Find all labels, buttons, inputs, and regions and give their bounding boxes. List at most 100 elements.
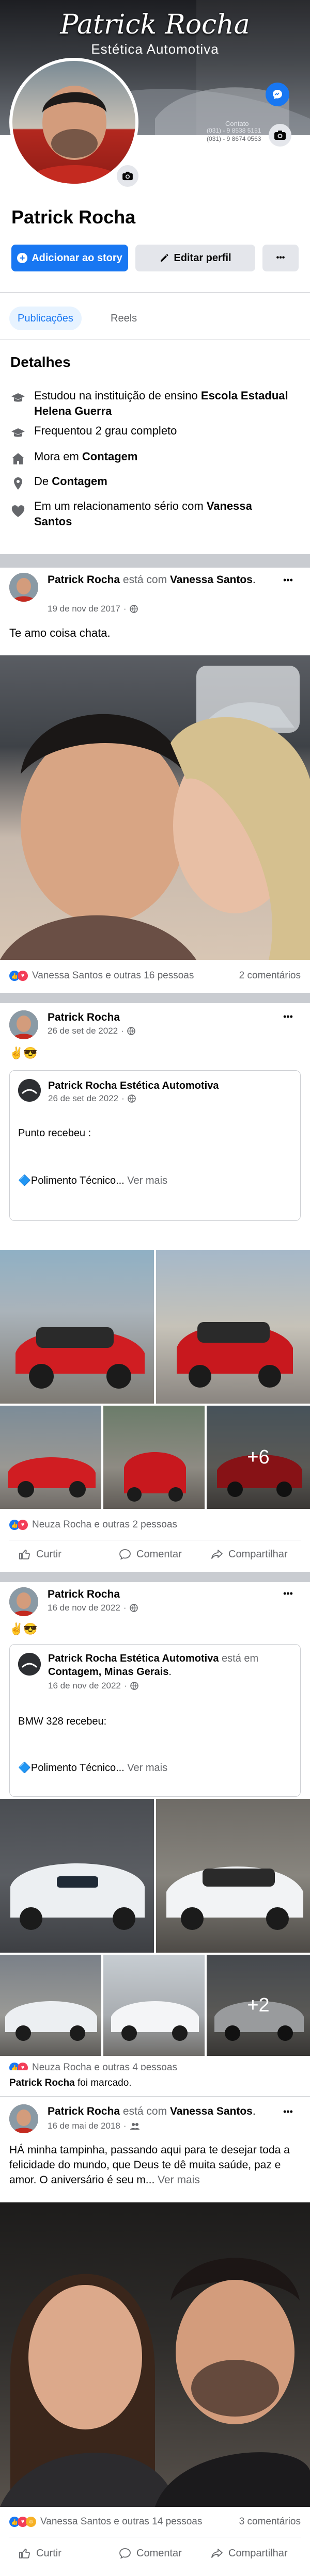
- profile-header: Patrick Rocha Estética Automotiva Contat…: [0, 0, 310, 311]
- more-dots-icon: •••: [276, 253, 285, 262]
- comment-button[interactable]: Comentar: [119, 2547, 182, 2559]
- post-photo[interactable]: [0, 655, 310, 960]
- post-date[interactable]: 19 de nov de 2017: [48, 604, 120, 614]
- avatar[interactable]: [9, 2104, 38, 2133]
- detail-relationship: Em um relacionamento sério com Vanessa S…: [34, 500, 252, 528]
- post-photo[interactable]: +2: [207, 1955, 310, 2056]
- shared-author[interactable]: Patrick Rocha Estética Automotiva: [48, 1653, 219, 1664]
- shared-more-text: 🔷Polimento Técnico... Ver mais: [18, 1762, 168, 1774]
- cover-phone-2: (031) - 9 8674 0563: [207, 135, 261, 142]
- cover-title: Patrick Rocha: [60, 9, 250, 40]
- red-car-photo: [177, 1322, 293, 1388]
- avatar[interactable]: [9, 573, 38, 602]
- post-photo[interactable]: [103, 1406, 205, 1509]
- share-icon: [211, 1550, 223, 1559]
- globe-icon: [128, 1094, 136, 1103]
- share-button[interactable]: Compartilhar: [211, 1548, 287, 1560]
- page-avatar[interactable]: [18, 1653, 41, 1676]
- post-photo[interactable]: +6: [207, 1406, 310, 1509]
- comment-icon: [119, 2548, 131, 2559]
- graduation-cap-icon: [11, 428, 25, 437]
- share-button[interactable]: Compartilhar: [211, 2547, 287, 2559]
- comments-count[interactable]: 3 comentários: [239, 2516, 301, 2527]
- reactions-summary[interactable]: 👍 ♥ Vanessa Santos e outras 16 pessoas: [9, 970, 194, 981]
- city-link[interactable]: Contagem: [52, 475, 107, 488]
- see-more-link[interactable]: Ver mais: [127, 1762, 167, 1774]
- reactions-summary[interactable]: 👍 ♥ ☺ Vanessa Santos e outras 14 pessoas: [9, 2516, 202, 2527]
- comment-button[interactable]: Comentar: [119, 1548, 182, 1560]
- tab-publicacoes[interactable]: Publicações: [9, 307, 82, 330]
- shared-author[interactable]: Patrick Rocha Estética Automotiva: [48, 1080, 219, 1092]
- post-photo[interactable]: [103, 1955, 205, 2056]
- page-logo-icon: [18, 1653, 41, 1676]
- shared-post[interactable]: Patrick Rocha Estética Automotiva está e…: [9, 1644, 301, 1797]
- shared-date[interactable]: 26 de set de 2022: [48, 1093, 118, 1104]
- globe-icon: [130, 1682, 138, 1690]
- more-photos-overlay[interactable]: +6: [207, 1406, 310, 1509]
- red-car-photo: [124, 1452, 186, 1502]
- post-photo[interactable]: [0, 1406, 101, 1509]
- detail-lives: Mora em Contagem: [34, 450, 138, 463]
- post-photo[interactable]: [0, 2202, 310, 2507]
- avatar-camera-button[interactable]: [116, 164, 140, 188]
- post-photo[interactable]: [0, 1799, 154, 1953]
- author-link[interactable]: Patrick Rocha: [48, 1588, 120, 1601]
- author-link[interactable]: Patrick Rocha: [48, 2105, 120, 2117]
- cover-camera-button[interactable]: [269, 124, 291, 147]
- like-label: Curtir: [36, 1548, 61, 1560]
- tagged-link[interactable]: Vanessa Santos: [170, 2105, 253, 2117]
- post-date[interactable]: 26 de set de 2022: [48, 1026, 118, 1036]
- more-options-button[interactable]: •••: [262, 245, 299, 271]
- post-date[interactable]: 16 de nov de 2022: [48, 1603, 120, 1613]
- post-text: ✌😎: [9, 1622, 38, 1635]
- white-car-photo: [10, 1863, 145, 1930]
- detail-from: De Contagem: [34, 475, 107, 488]
- like-button[interactable]: Curtir: [19, 2547, 61, 2559]
- more-photos-overlay[interactable]: +2: [207, 1955, 310, 2056]
- thumbs-up-icon: [19, 2549, 30, 2558]
- shared-post[interactable]: Patrick Rocha Estética Automotiva 26 de …: [9, 1070, 301, 1221]
- page-avatar[interactable]: [18, 1079, 41, 1102]
- post-date-row: 26 de set de 2022 ·: [48, 1026, 135, 1036]
- comments-count[interactable]: 2 comentários: [239, 970, 301, 981]
- post-menu-button[interactable]: •••: [283, 2106, 293, 2117]
- shared-date-row: 16 de nov de 2022 ·: [48, 1681, 138, 1691]
- detail-study: Estudou na instituição de ensino Escola …: [34, 389, 288, 417]
- tab-reels[interactable]: Reels: [104, 307, 143, 330]
- shared-date[interactable]: 16 de nov de 2022: [48, 1681, 121, 1691]
- share-label: Compartilhar: [228, 1548, 288, 1560]
- tagged-link[interactable]: Vanessa Santos: [170, 574, 253, 586]
- location-pin-icon: [14, 477, 22, 490]
- post-menu-button[interactable]: •••: [283, 575, 293, 586]
- post-photo[interactable]: [0, 1955, 101, 2056]
- post-date[interactable]: 16 de mai de 2018: [48, 2121, 120, 2131]
- post-menu-button[interactable]: •••: [283, 1588, 293, 1599]
- city-link[interactable]: Contagem: [82, 450, 138, 463]
- post-menu-button[interactable]: •••: [283, 1011, 293, 1022]
- like-button[interactable]: Curtir: [19, 1548, 61, 1560]
- edit-profile-label: Editar perfil: [174, 252, 231, 264]
- camera-icon: [122, 171, 133, 181]
- post-photo[interactable]: [156, 1799, 310, 1953]
- post-date-row: 19 de nov de 2017 ·: [48, 604, 138, 614]
- reactions-summary[interactable]: 👍 ♥ Neuza Rocha e outras 2 pessoas: [9, 1519, 177, 1531]
- plus-icon: +: [17, 253, 28, 263]
- avatar[interactable]: [12, 61, 135, 184]
- avatar[interactable]: [9, 1587, 38, 1616]
- place-link[interactable]: Contagem, Minas Gerais: [48, 1666, 168, 1678]
- post-card: Patrick Rocha 16 de nov de 2022 · ••• ✌😎 …: [0, 1582, 310, 2081]
- post-photo[interactable]: [156, 1250, 310, 1404]
- author-link[interactable]: Patrick Rocha: [9, 2078, 75, 2088]
- post-photo[interactable]: [0, 1250, 154, 1404]
- see-more-link[interactable]: Ver mais: [158, 2174, 200, 2186]
- edit-profile-button[interactable]: Editar perfil: [135, 245, 255, 271]
- author-link[interactable]: Patrick Rocha: [48, 1011, 120, 1024]
- couple-photo: [0, 2258, 310, 2507]
- home-icon: [12, 453, 24, 464]
- messenger-button[interactable]: [266, 83, 289, 106]
- see-more-link[interactable]: Ver mais: [127, 1175, 167, 1186]
- author-link[interactable]: Patrick Rocha: [48, 574, 120, 586]
- avatar[interactable]: [9, 1010, 38, 1039]
- comment-label: Comentar: [136, 1548, 182, 1560]
- add-story-button[interactable]: + Adicionar ao story: [11, 245, 128, 271]
